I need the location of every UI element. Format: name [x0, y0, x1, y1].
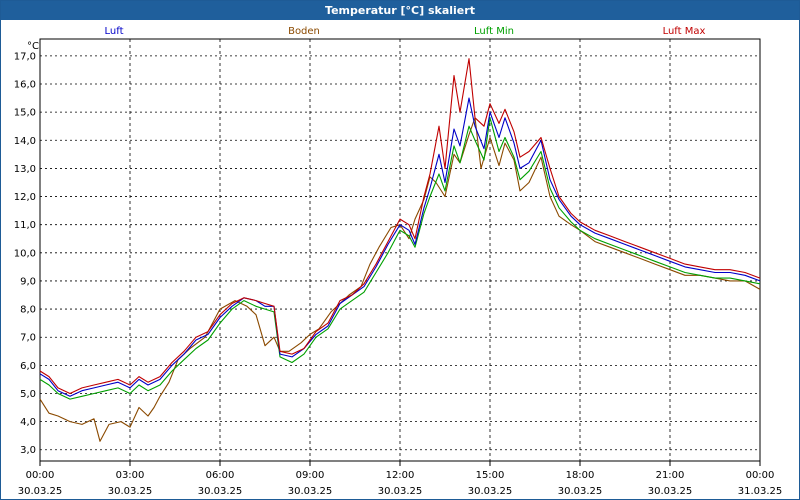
- y-tick-label: 13,0: [14, 164, 36, 175]
- y-tick-label: 7,0: [20, 333, 36, 344]
- legend: Luft Boden Luft Min Luft Max: [105, 26, 706, 37]
- grid: [39, 38, 761, 462]
- x-tick-time: 00:00: [746, 470, 775, 481]
- x-tick-date: 30.03.25: [288, 486, 333, 497]
- x-tick-date: 30.03.25: [558, 486, 603, 497]
- x-tick-date: 30.03.25: [198, 486, 243, 497]
- y-tick-label: 16,0: [14, 80, 36, 91]
- y-axis-label: °C: [27, 41, 39, 52]
- x-tick-time: 03:00: [116, 470, 145, 481]
- y-tick-label: 4,0: [20, 417, 36, 428]
- chart-window: Temperatur [°C] skaliert 3,0 4,0 5,0 6,0 7,0…: [0, 0, 800, 500]
- x-tick-time: 09:00: [296, 470, 325, 481]
- y-tick-label: 9,0: [20, 276, 36, 287]
- legend-luft: Luft: [105, 26, 124, 37]
- x-tick-date: 30.03.25: [108, 486, 153, 497]
- x-tick-date: 30.03.25: [468, 486, 513, 497]
- x-tick-date: 30.03.25: [648, 486, 693, 497]
- x-tick-time: 21:00: [656, 470, 685, 481]
- y-tick-label: 8,0: [20, 305, 36, 316]
- y-tick-label: 11,0: [14, 220, 36, 231]
- x-tick-date: 30.03.25: [18, 486, 63, 497]
- legend-luft-max: Luft Max: [663, 26, 706, 37]
- x-tick-time: 15:00: [476, 470, 505, 481]
- x-tick-time: 00:00: [26, 470, 55, 481]
- x-tick-time: 12:00: [386, 470, 415, 481]
- line-chart: 3,0 4,0 5,0 6,0 7,0 8,0 9,0 10,0 11,0 12,0 13,0 14,…: [14, 26, 783, 497]
- legend-boden: Boden: [288, 26, 320, 37]
- y-tick-label: 15,0: [14, 108, 36, 119]
- y-tick-label: 10,0: [14, 248, 36, 259]
- legend-luft-min: Luft Min: [474, 26, 514, 37]
- y-tick-label: 6,0: [20, 361, 36, 372]
- x-tick-date: 31.03.25: [738, 486, 783, 497]
- y-tick-label: 5,0: [20, 389, 36, 400]
- x-tick-time: 18:00: [566, 470, 595, 481]
- x-tick-date: 30.03.25: [378, 486, 423, 497]
- y-tick-label: 14,0: [14, 136, 36, 147]
- y-tick-label: 17,0: [14, 51, 36, 62]
- y-tick-label: 3,0: [20, 445, 36, 456]
- y-tick-label: 12,0: [14, 192, 36, 203]
- x-tick-time: 06:00: [206, 470, 235, 481]
